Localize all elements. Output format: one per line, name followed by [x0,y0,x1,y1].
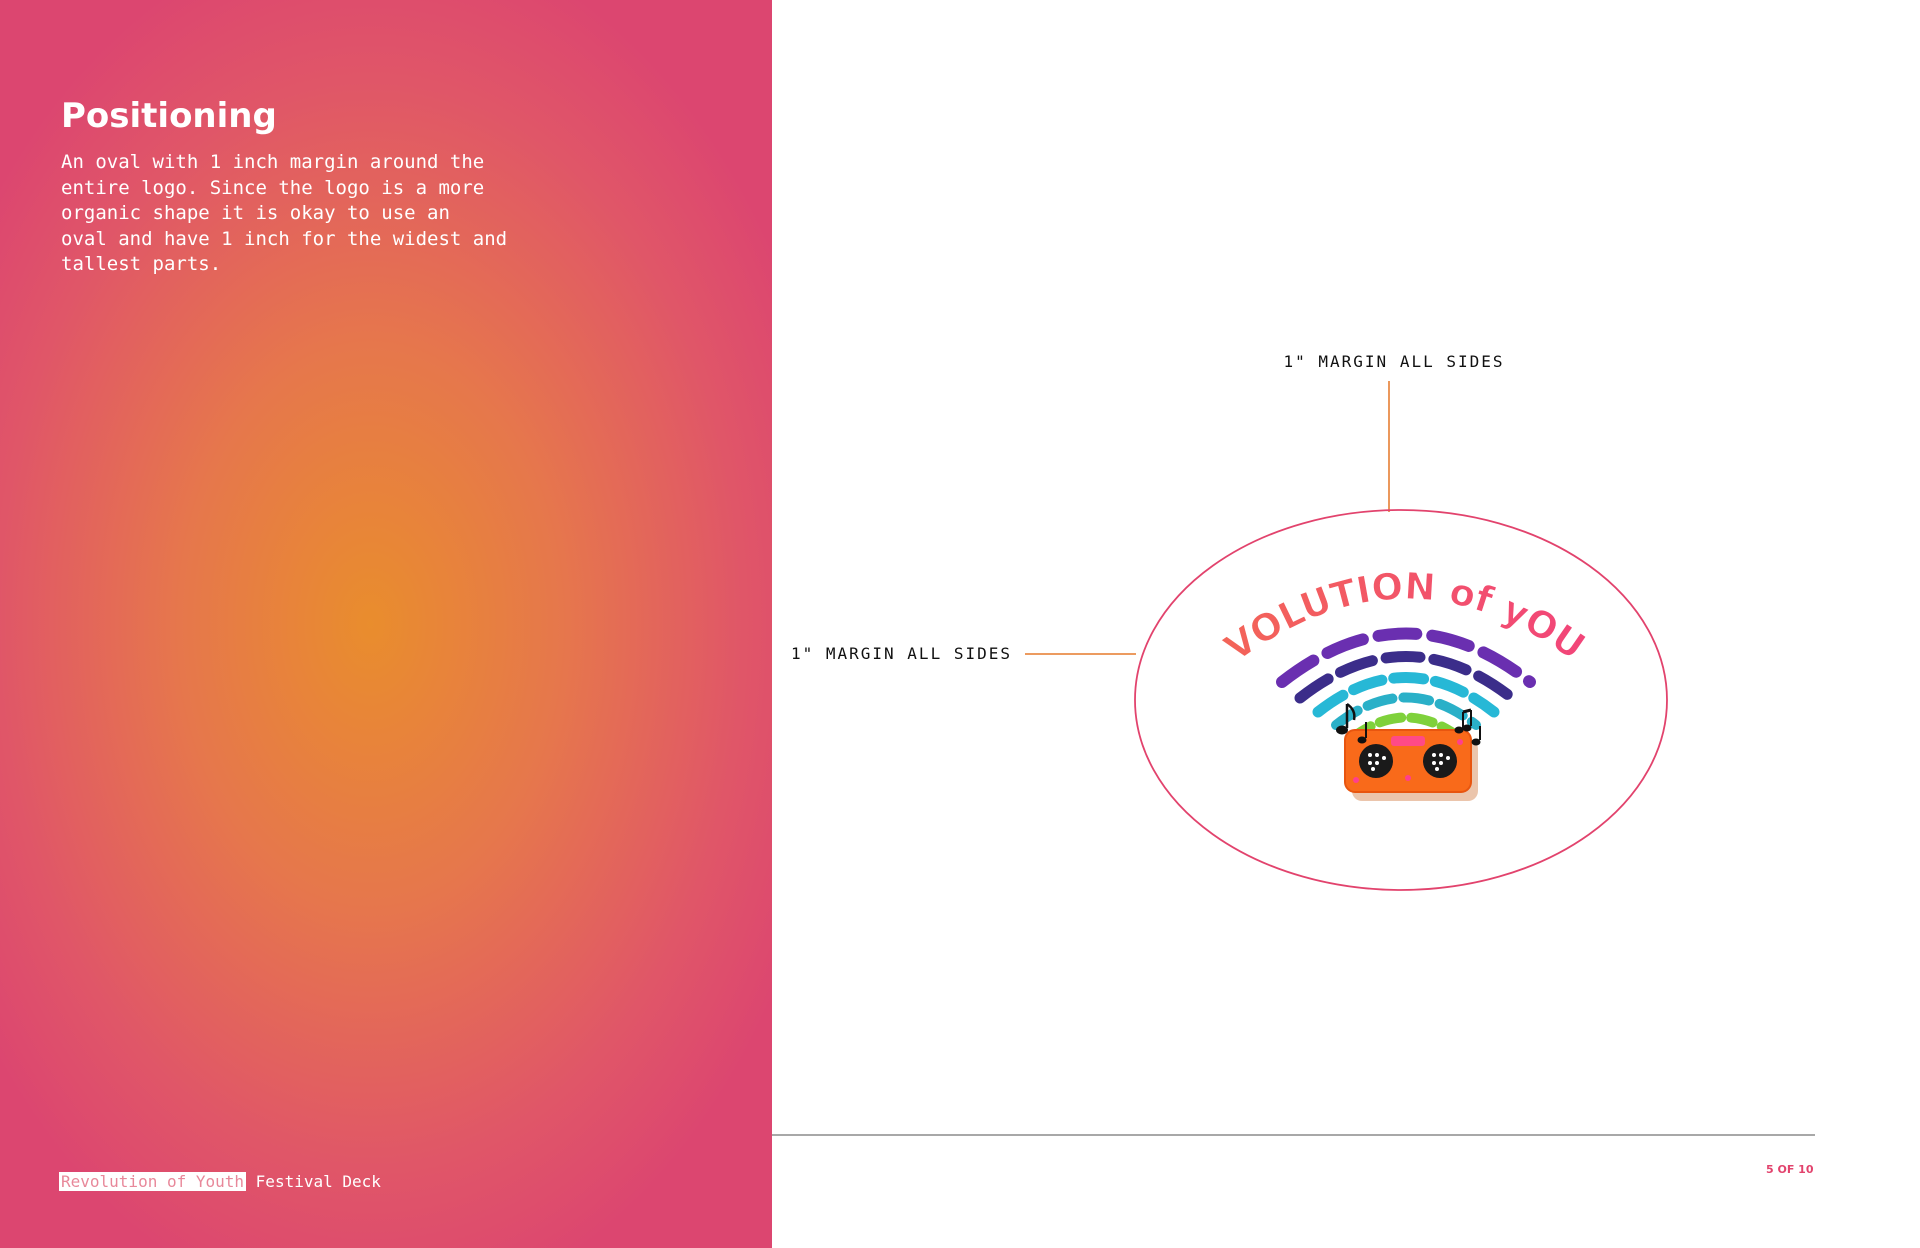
logo-positioning-diagram: 1" MARGIN ALL SIDES 1" MARGIN ALL SIDES … [0,0,1668,891]
page-number: 5 OF 10 [1766,1163,1814,1176]
side-margin-label: 1" MARGIN ALL SIDES [791,644,1012,663]
top-margin-label: 1" MARGIN ALL SIDES [1283,352,1504,371]
revolution-of-youth-logo: RéVOLUTION of yOUTH [0,0,1593,801]
logo-wordmark: RéVOLUTION of yOUTH [0,0,1593,670]
page-divider-rule [772,1134,1815,1136]
